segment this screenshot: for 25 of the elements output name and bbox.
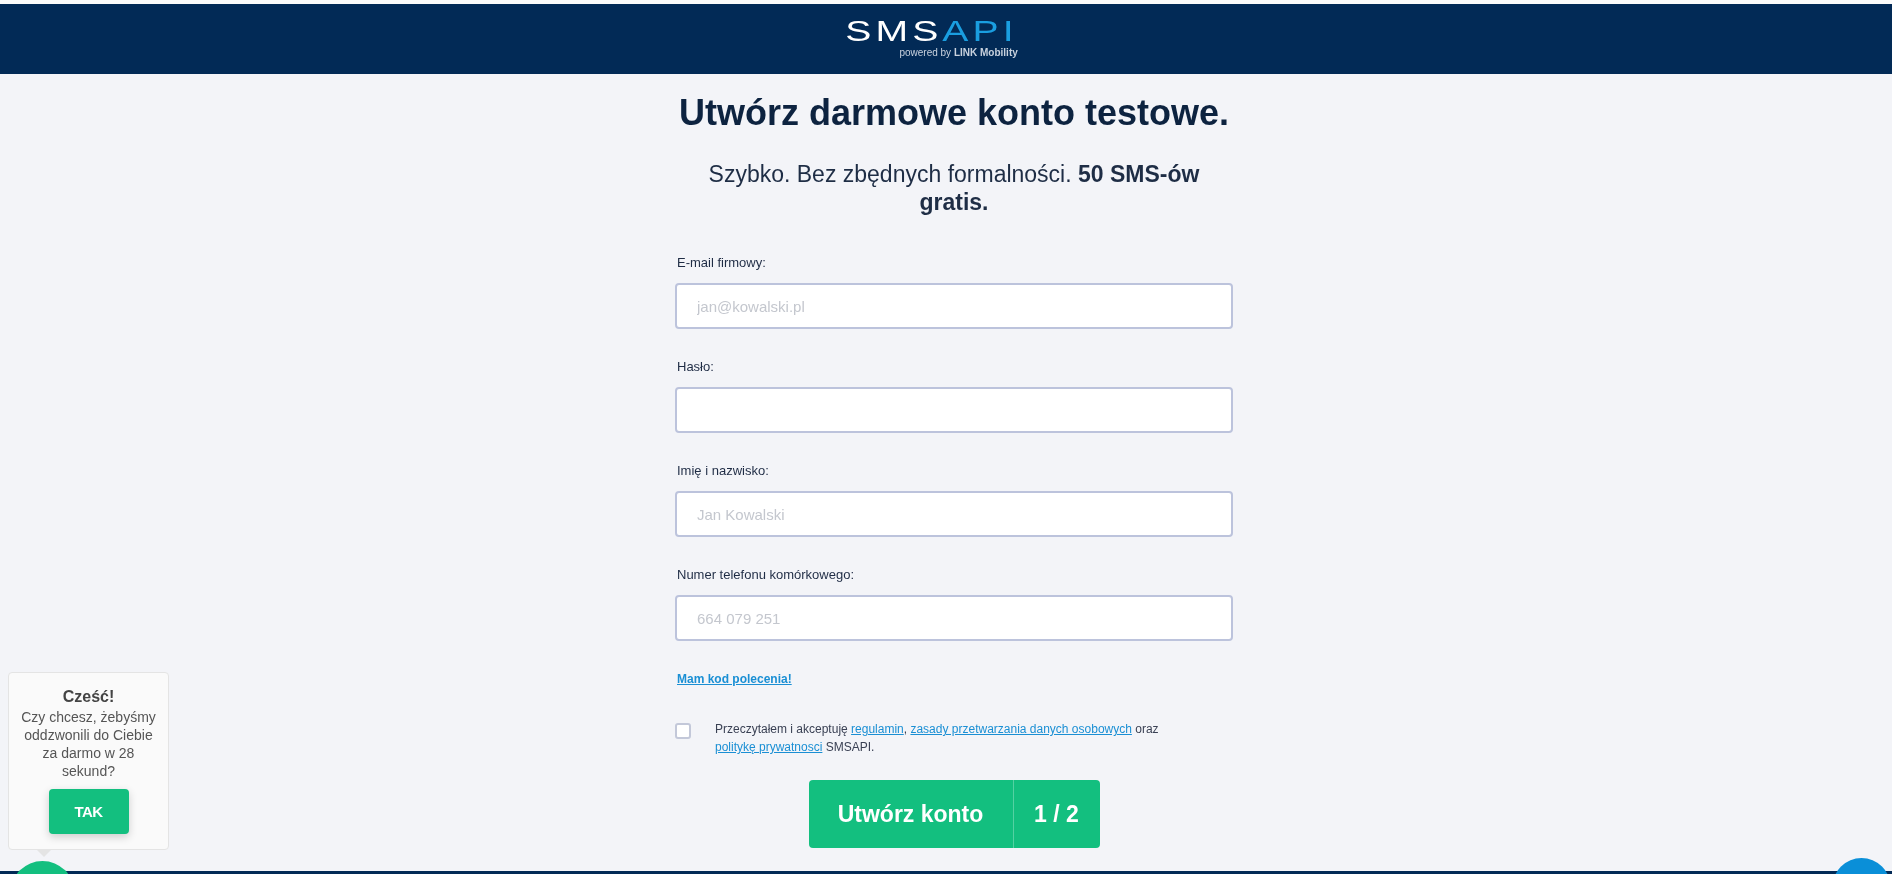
input-field[interactable]: Jan Kowalski [675, 491, 1233, 537]
yes-button[interactable]: TAK [48, 789, 129, 834]
page-subtitle: Szybko. Bez zbędnych formalności. 50 SMS-ów gratis. [707, 160, 1201, 216]
create-account-button[interactable]: Utwórz konto 1 / 2 [808, 780, 1100, 848]
popup-message: Czy chcesz, żebyśmy oddzwonili do Ciebie za darmo w 28 sekund? [20, 708, 157, 780]
field-label: Imię i nazwisko: [676, 463, 769, 479]
logo-wordmark: SMSAPI [845, 16, 1018, 46]
callback-launcher-button[interactable] [17, 861, 68, 874]
step-counter: 1 / 2 [1012, 780, 1100, 848]
consent-link[interactable]: politykę prywatnosci [715, 740, 823, 754]
referral-code-link[interactable]: Mam kod polecenia! [675, 671, 792, 687]
input-field[interactable]: jan@kowalski.pl [675, 283, 1233, 329]
logo-tagline: powered by LINK Mobility [899, 47, 1018, 59]
input-field[interactable]: 664 079 251 [675, 595, 1233, 641]
field-label: Hasło: [676, 359, 714, 375]
field-label: E-mail firmowy: [676, 255, 766, 271]
consent-checkbox[interactable] [675, 723, 691, 739]
input-field[interactable] [675, 387, 1233, 433]
page-heading: Utwórz darmowe konto testowe. [677, 91, 1231, 135]
consent-text: Przeczytałem i akceptuję regulamin, zasady przetwarzania danych osobowych oraz politykę prywatnosci SMSAPI. [715, 721, 1160, 756]
consent-link[interactable]: regulamin [851, 722, 904, 736]
popup-title: Cześć! [62, 687, 115, 707]
field-label: Numer telefonu komórkowego: [676, 567, 855, 583]
consent-link[interactable]: zasady przetwarzania danych osobowych [910, 722, 1132, 736]
chat-launcher-button[interactable] [1835, 858, 1888, 874]
